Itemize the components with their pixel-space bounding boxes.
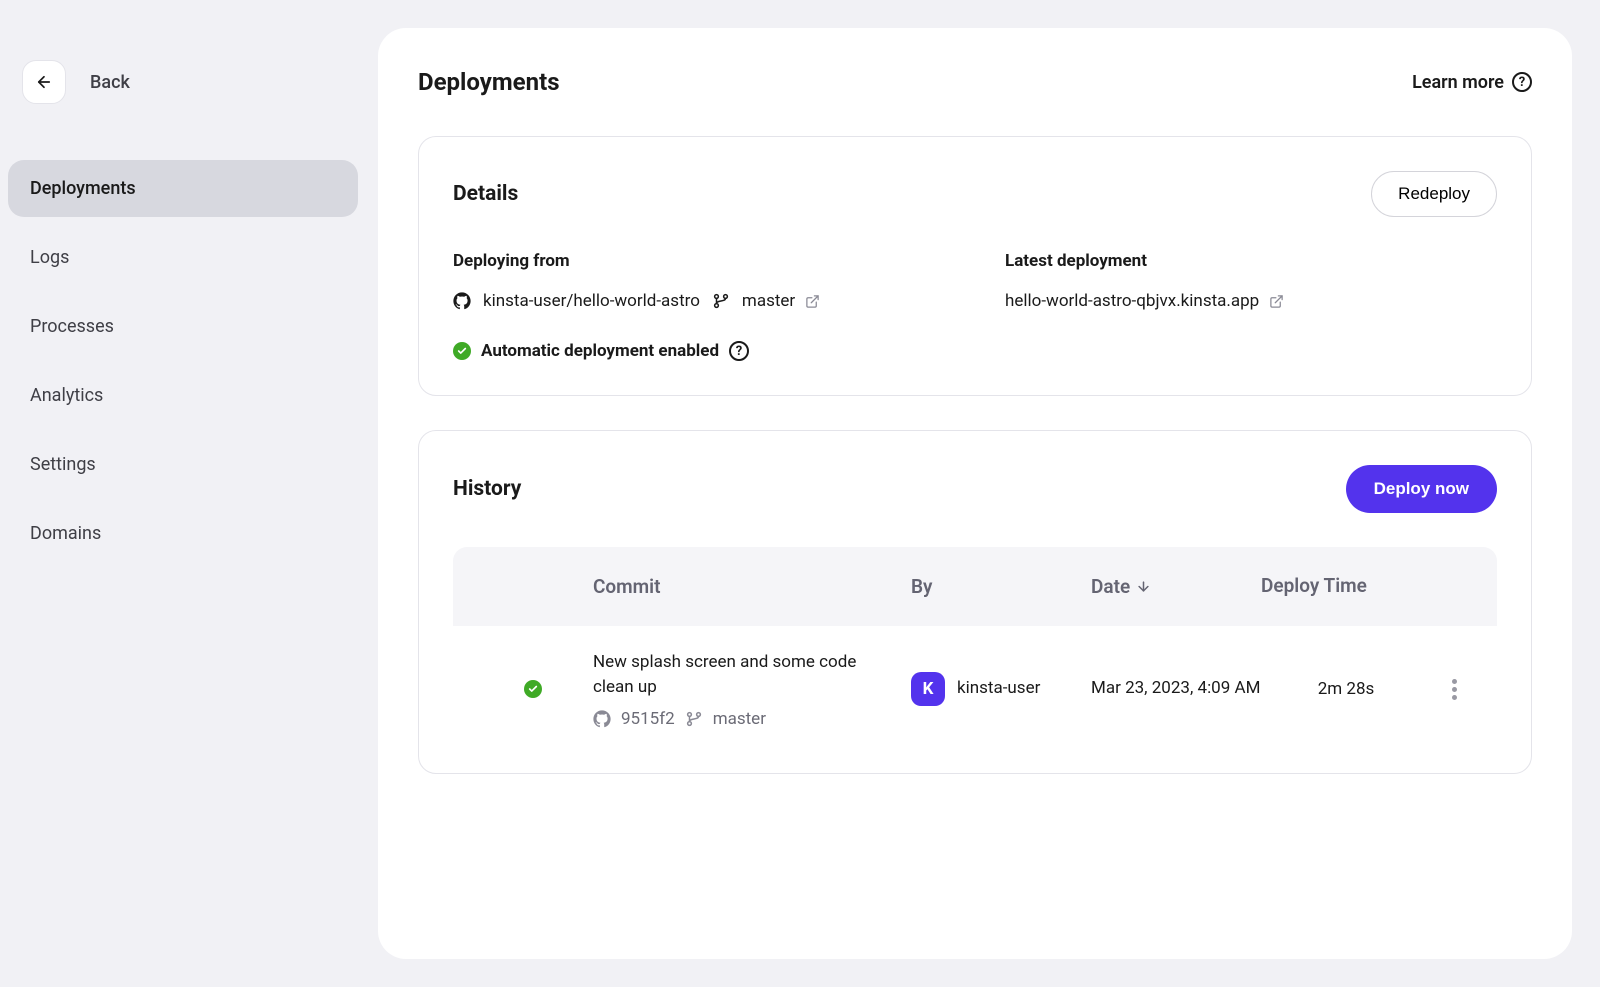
sidebar-item-domains[interactable]: Domains <box>8 505 358 562</box>
status-cell <box>473 680 593 698</box>
learn-more-link[interactable]: Learn more ? <box>1412 72 1532 93</box>
branch-icon <box>712 292 730 310</box>
latest-url-text: hello-world-astro-qbjvx.kinsta.app <box>1005 291 1259 311</box>
check-circle-icon <box>524 680 542 698</box>
table-head: Commit By Date Deploy Time <box>453 547 1497 626</box>
details-header: Details Redeploy <box>453 171 1497 217</box>
sidebar-item-deployments[interactable]: Deployments <box>8 160 358 217</box>
repo-link[interactable]: kinsta-user/hello-world-astro <box>483 291 700 311</box>
sidebar-item-processes[interactable]: Processes <box>8 298 358 355</box>
page-header: Deployments Learn more ? <box>418 68 1532 96</box>
th-date[interactable]: Date <box>1091 575 1261 598</box>
repo-name: kinsta-user/hello-world-astro <box>483 291 700 311</box>
repo-line: kinsta-user/hello-world-astro master <box>453 291 945 311</box>
by-cell: K kinsta-user <box>911 672 1091 706</box>
github-icon <box>453 292 471 310</box>
learn-more-label: Learn more <box>1412 72 1504 93</box>
commit-message: New splash screen and some code clean up <box>593 650 881 701</box>
commit-branch: master <box>713 709 766 729</box>
latest-url-line: hello-world-astro-qbjvx.kinsta.app <box>1005 291 1497 311</box>
latest-deployment-col: Latest deployment hello-world-astro-qbjv… <box>1005 251 1497 311</box>
table-row[interactable]: New splash screen and some code clean up… <box>453 626 1497 739</box>
history-card: History Deploy now Commit By Date <box>418 430 1532 774</box>
deploy-now-button[interactable]: Deploy now <box>1346 465 1497 513</box>
history-title: History <box>453 477 521 501</box>
branch-name: master <box>742 291 795 311</box>
check-circle-icon <box>453 342 471 360</box>
external-link-icon <box>805 294 820 309</box>
back-label: Back <box>90 72 130 93</box>
history-header: History Deploy now <box>453 465 1497 513</box>
external-link-icon <box>1269 294 1284 309</box>
sidebar-item-logs[interactable]: Logs <box>8 229 358 286</box>
branch-link[interactable]: master <box>742 291 820 311</box>
deploy-time-cell: 2m 28s <box>1261 679 1431 699</box>
commit-cell: New splash screen and some code clean up… <box>593 650 911 729</box>
details-title: Details <box>453 182 518 206</box>
back-button[interactable] <box>22 60 66 104</box>
arrow-down-icon <box>1136 579 1151 594</box>
github-icon <box>593 710 611 728</box>
commit-hash: 9515f2 <box>621 709 675 729</box>
page-title: Deployments <box>418 68 560 96</box>
avatar: K <box>911 672 945 706</box>
deploying-from-col: Deploying from kinsta-user/hello-world-a… <box>453 251 945 311</box>
auto-deploy-label: Automatic deployment enabled <box>481 341 719 361</box>
details-grid: Deploying from kinsta-user/hello-world-a… <box>453 251 1497 311</box>
branch-icon <box>685 710 703 728</box>
redeploy-button[interactable]: Redeploy <box>1371 171 1497 217</box>
help-icon[interactable]: ? <box>729 341 749 361</box>
details-card: Details Redeploy Deploying from kinsta-u… <box>418 136 1532 396</box>
latest-deployment-label: Latest deployment <box>1005 251 1497 271</box>
help-icon: ? <box>1512 72 1532 92</box>
th-deploy-time: Deploy Time <box>1261 573 1431 600</box>
commit-meta: 9515f2 master <box>593 709 881 729</box>
sidebar: Back Deployments Logs Processes Analytic… <box>0 0 378 987</box>
th-by: By <box>911 575 1091 598</box>
latest-url-link[interactable]: hello-world-astro-qbjvx.kinsta.app <box>1005 291 1284 311</box>
main: Deployments Learn more ? Details Redeplo… <box>378 0 1600 987</box>
more-icon <box>1431 673 1477 706</box>
back-row: Back <box>8 60 358 104</box>
history-table: Commit By Date Deploy Time <box>453 547 1497 739</box>
arrow-left-icon <box>35 73 53 91</box>
row-menu[interactable] <box>1431 673 1477 706</box>
auto-deploy-row: Automatic deployment enabled ? <box>453 341 1497 361</box>
th-commit: Commit <box>593 575 911 598</box>
date-cell: Mar 23, 2023, 4:09 AM <box>1091 676 1261 702</box>
sidebar-item-analytics[interactable]: Analytics <box>8 367 358 424</box>
th-date-label: Date <box>1091 575 1130 598</box>
sidebar-item-settings[interactable]: Settings <box>8 436 358 493</box>
panel: Deployments Learn more ? Details Redeplo… <box>378 28 1572 959</box>
deploying-from-label: Deploying from <box>453 251 945 271</box>
by-user: kinsta-user <box>957 677 1040 701</box>
